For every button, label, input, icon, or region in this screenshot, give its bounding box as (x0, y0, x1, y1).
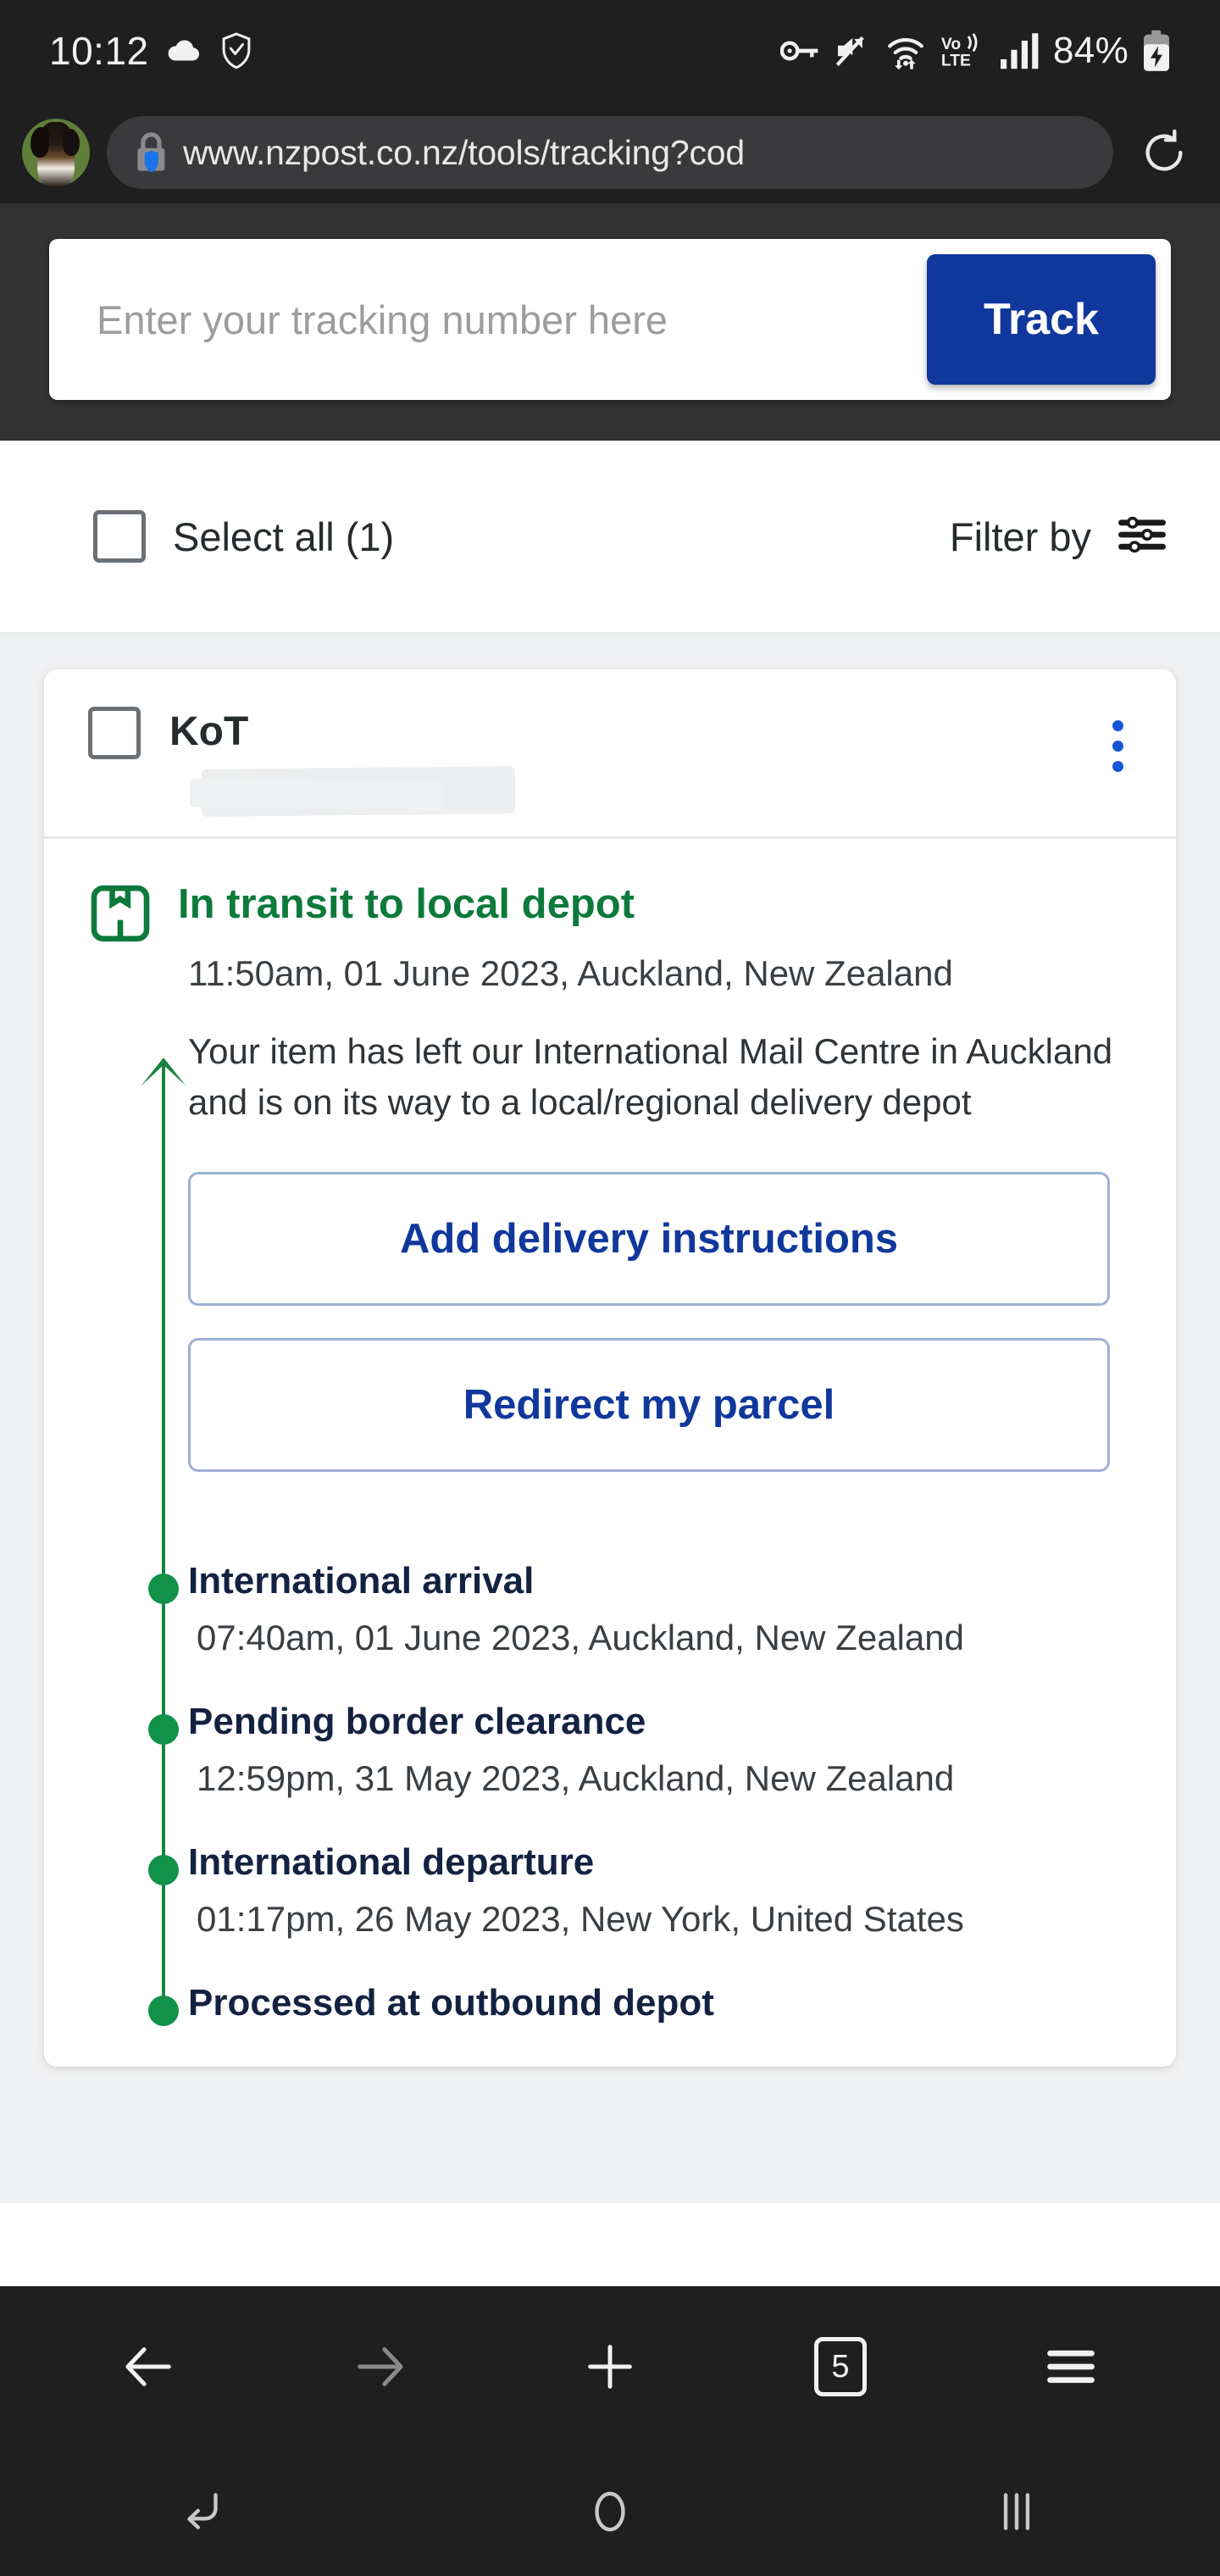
tab-count-button[interactable]: 5 (773, 2316, 908, 2418)
select-all-control[interactable]: Select all (1) (93, 510, 394, 563)
shield-icon (219, 31, 254, 70)
timeline-event: International arrival 07:40am, 01 June 2… (44, 1559, 1176, 1658)
event-meta: 07:40am, 01 June 2023, Auckland, New Zea… (197, 1617, 964, 1657)
timeline-events: International arrival 07:40am, 01 June 2… (44, 1559, 1176, 2027)
parcel-card: KoT In transit to local depot 11:50am, 0… (44, 669, 1176, 2068)
event-meta: 12:59pm, 31 May 2023, Auckland, New Zeal… (197, 1758, 955, 1799)
lock-icon[interactable] (132, 130, 171, 175)
hamburger-menu-icon[interactable] (1003, 2316, 1139, 2418)
mute-icon (835, 33, 872, 69)
track-button[interactable]: Track (927, 254, 1156, 385)
add-delivery-instructions-button[interactable]: Add delivery instructions (188, 1171, 1110, 1306)
nav-home-icon[interactable] (525, 2465, 695, 2558)
filter-by-label: Filter by (949, 514, 1091, 559)
wifi-icon (885, 32, 926, 69)
tracking-search-panel: Track (0, 203, 1220, 441)
nav-back-icon[interactable] (119, 2465, 288, 2558)
status-clock: 10:12 (49, 29, 149, 73)
event-title: International departure (188, 1841, 595, 1884)
svg-text:Vo: Vo (941, 36, 961, 53)
event-meta: 01:17pm, 26 May 2023, New York, United S… (197, 1899, 964, 1940)
timeline-event: Pending border clearance 12:59pm, 31 May… (44, 1702, 1176, 1799)
url-text: www.nzpost.co.nz/tools/tracking?cod (183, 132, 745, 172)
current-status-block: In transit to local depot 11:50am, 01 Ju… (44, 880, 1176, 1504)
redirect-my-parcel-button[interactable]: Redirect my parcel (188, 1337, 1110, 1472)
nav-recents-icon[interactable] (932, 2465, 1101, 2558)
select-all-label: Select all (1) (173, 514, 395, 559)
forward-arrow-icon[interactable] (312, 2316, 447, 2418)
profile-avatar[interactable] (22, 119, 90, 186)
current-status-title: In transit to local depot (178, 881, 635, 927)
timeline-dot-icon (148, 1855, 179, 1886)
timeline-dot-icon (148, 1996, 179, 2027)
timeline-dot-icon (148, 1573, 179, 1604)
android-nav-bar (0, 2447, 1220, 2576)
volte-icon: Vo LTE (940, 32, 985, 69)
list-toolbar: Select all (1) Filter by (0, 441, 1220, 636)
status-bar: 10:12 Vo LTE 84% (0, 0, 1220, 102)
battery-percent-label: 84% (1053, 30, 1128, 71)
parcel-actions: Add delivery instructions Redirect my pa… (178, 1171, 1135, 1472)
tab-count-label: 5 (814, 2337, 867, 2396)
tracking-search-box: Track (49, 239, 1171, 400)
package-box-icon (88, 881, 152, 950)
omnibox[interactable]: www.nzpost.co.nz/tools/tracking?cod (107, 116, 1113, 189)
event-title: International arrival (188, 1559, 535, 1602)
event-title: Processed at outbound depot (188, 1982, 714, 2024)
filter-by-control[interactable]: Filter by (950, 514, 1167, 560)
parcel-select-checkbox[interactable] (88, 707, 141, 759)
reload-icon[interactable] (1130, 128, 1198, 177)
parcel-card-header: KoT (44, 669, 1176, 839)
signal-bars-icon (999, 32, 1040, 69)
tracking-timeline: In transit to local depot 11:50am, 01 Ju… (44, 839, 1176, 2027)
battery-charging-icon (1142, 30, 1171, 72)
parcel-list: KoT In transit to local depot 11:50am, 0… (0, 636, 1220, 2203)
svg-text:LTE: LTE (941, 53, 971, 69)
parcel-title: KoT (169, 709, 249, 754)
event-title: Pending border clearance (188, 1700, 646, 1742)
current-status-description: Your item has left our International Mai… (188, 1031, 1113, 1123)
cloud-icon (164, 31, 203, 70)
timeline-event: Processed at outbound depot (44, 1982, 1176, 2027)
vpn-key-icon (780, 34, 821, 68)
tracking-number-redacted (201, 766, 516, 817)
select-all-checkbox[interactable] (93, 510, 146, 563)
timeline-dot-icon (148, 1713, 179, 1745)
browser-bottom-bar: 5 (0, 2286, 1220, 2447)
status-bar-right: Vo LTE 84% (780, 30, 1171, 72)
back-arrow-icon[interactable] (81, 2316, 217, 2418)
plus-icon[interactable] (542, 2316, 678, 2418)
browser-url-bar: www.nzpost.co.nz/tools/tracking?cod (0, 102, 1220, 203)
sliders-icon[interactable] (1118, 514, 1167, 559)
timeline-event: International departure 01:17pm, 26 May … (44, 1841, 1176, 1940)
kebab-menu-icon[interactable] (1112, 720, 1123, 772)
current-status-meta: 11:50am, 01 June 2023, Auckland, New Zea… (188, 953, 953, 994)
status-bar-left: 10:12 (49, 28, 254, 74)
current-status-body: In transit to local depot 11:50am, 01 Ju… (178, 880, 1135, 1504)
